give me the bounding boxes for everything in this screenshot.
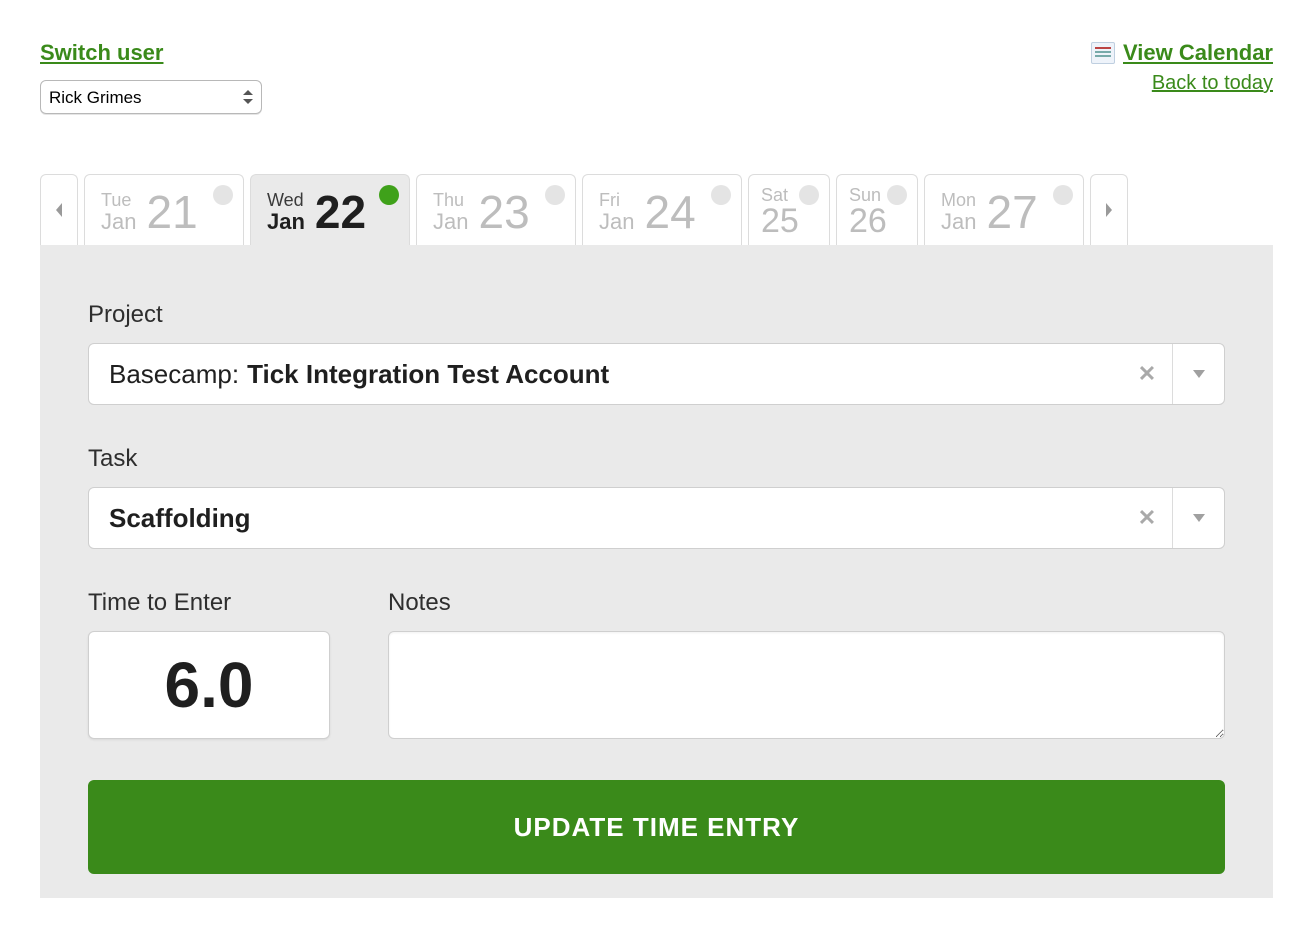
status-dot-icon bbox=[887, 185, 907, 205]
date-day: 25 bbox=[761, 204, 799, 238]
project-select-value: Basecamp: Tick Integration Test Account bbox=[89, 344, 1122, 404]
date-month: Jan bbox=[599, 211, 634, 233]
date-day: 21 bbox=[146, 185, 197, 239]
date-month: Jan bbox=[941, 211, 976, 233]
project-select[interactable]: Basecamp: Tick Integration Test Account … bbox=[88, 343, 1225, 405]
chevron-left-icon bbox=[53, 201, 65, 219]
date-tab[interactable]: Thu Jan 23 bbox=[416, 174, 576, 245]
date-weekday: Fri bbox=[599, 191, 634, 209]
chevron-down-icon bbox=[1192, 369, 1206, 379]
date-tab[interactable]: Tue Jan 21 bbox=[84, 174, 244, 245]
task-select-value: Scaffolding bbox=[89, 488, 1122, 548]
status-dot-icon bbox=[545, 185, 565, 205]
task-dropdown-toggle[interactable] bbox=[1172, 488, 1224, 548]
task-clear-button[interactable]: ✕ bbox=[1122, 488, 1172, 548]
date-month: Jan bbox=[433, 211, 468, 233]
time-label: Time to Enter bbox=[88, 589, 330, 617]
date-day: 22 bbox=[315, 185, 366, 239]
date-day: 23 bbox=[478, 185, 529, 239]
calendar-icon bbox=[1091, 42, 1115, 64]
date-month: Jan bbox=[267, 211, 305, 233]
view-calendar-link[interactable]: View Calendar bbox=[1123, 40, 1273, 66]
date-day: 24 bbox=[644, 185, 695, 239]
close-icon: ✕ bbox=[1138, 361, 1156, 387]
user-select[interactable]: Rick Grimes bbox=[40, 80, 262, 114]
date-tab-active[interactable]: Wed Jan 22 bbox=[250, 174, 410, 245]
date-tab[interactable]: Mon Jan 27 bbox=[924, 174, 1084, 245]
date-weekday: Thu bbox=[433, 191, 468, 209]
project-clear-button[interactable]: ✕ bbox=[1122, 344, 1172, 404]
status-dot-icon bbox=[711, 185, 731, 205]
date-next-button[interactable] bbox=[1090, 174, 1128, 245]
task-select[interactable]: Scaffolding ✕ bbox=[88, 487, 1225, 549]
project-label: Project bbox=[88, 301, 1225, 329]
task-label: Task bbox=[88, 445, 1225, 473]
date-strip: Tue Jan 21 Wed Jan 22 Thu Jan 23 Fri Jan… bbox=[40, 174, 1273, 245]
date-day: 27 bbox=[986, 185, 1037, 239]
back-to-today-link[interactable]: Back to today bbox=[1152, 72, 1273, 94]
status-dot-icon bbox=[1053, 185, 1073, 205]
chevron-down-icon bbox=[1192, 513, 1206, 523]
chevron-right-icon bbox=[1103, 201, 1115, 219]
date-weekday: Tue bbox=[101, 191, 136, 209]
date-tab[interactable]: Fri Jan 24 bbox=[582, 174, 742, 245]
date-month: Jan bbox=[101, 211, 136, 233]
date-weekday: Wed bbox=[267, 191, 305, 209]
notes-label: Notes bbox=[388, 589, 1225, 617]
switch-user-link[interactable]: Switch user bbox=[40, 40, 262, 66]
update-time-entry-button[interactable]: UPDATE TIME ENTRY bbox=[88, 780, 1225, 874]
project-dropdown-toggle[interactable] bbox=[1172, 344, 1224, 404]
status-dot-icon bbox=[213, 185, 233, 205]
notes-textarea[interactable] bbox=[388, 631, 1225, 739]
date-prev-button[interactable] bbox=[40, 174, 78, 245]
date-weekday: Mon bbox=[941, 191, 976, 209]
status-dot-icon bbox=[379, 185, 399, 205]
date-day: 26 bbox=[849, 204, 887, 238]
date-tab[interactable]: Sat 25 bbox=[748, 174, 830, 245]
close-icon: ✕ bbox=[1138, 505, 1156, 531]
status-dot-icon bbox=[799, 185, 819, 205]
date-tab[interactable]: Sun 26 bbox=[836, 174, 918, 245]
time-entry-panel: Project Basecamp: Tick Integration Test … bbox=[40, 245, 1273, 898]
time-input[interactable] bbox=[88, 631, 330, 739]
